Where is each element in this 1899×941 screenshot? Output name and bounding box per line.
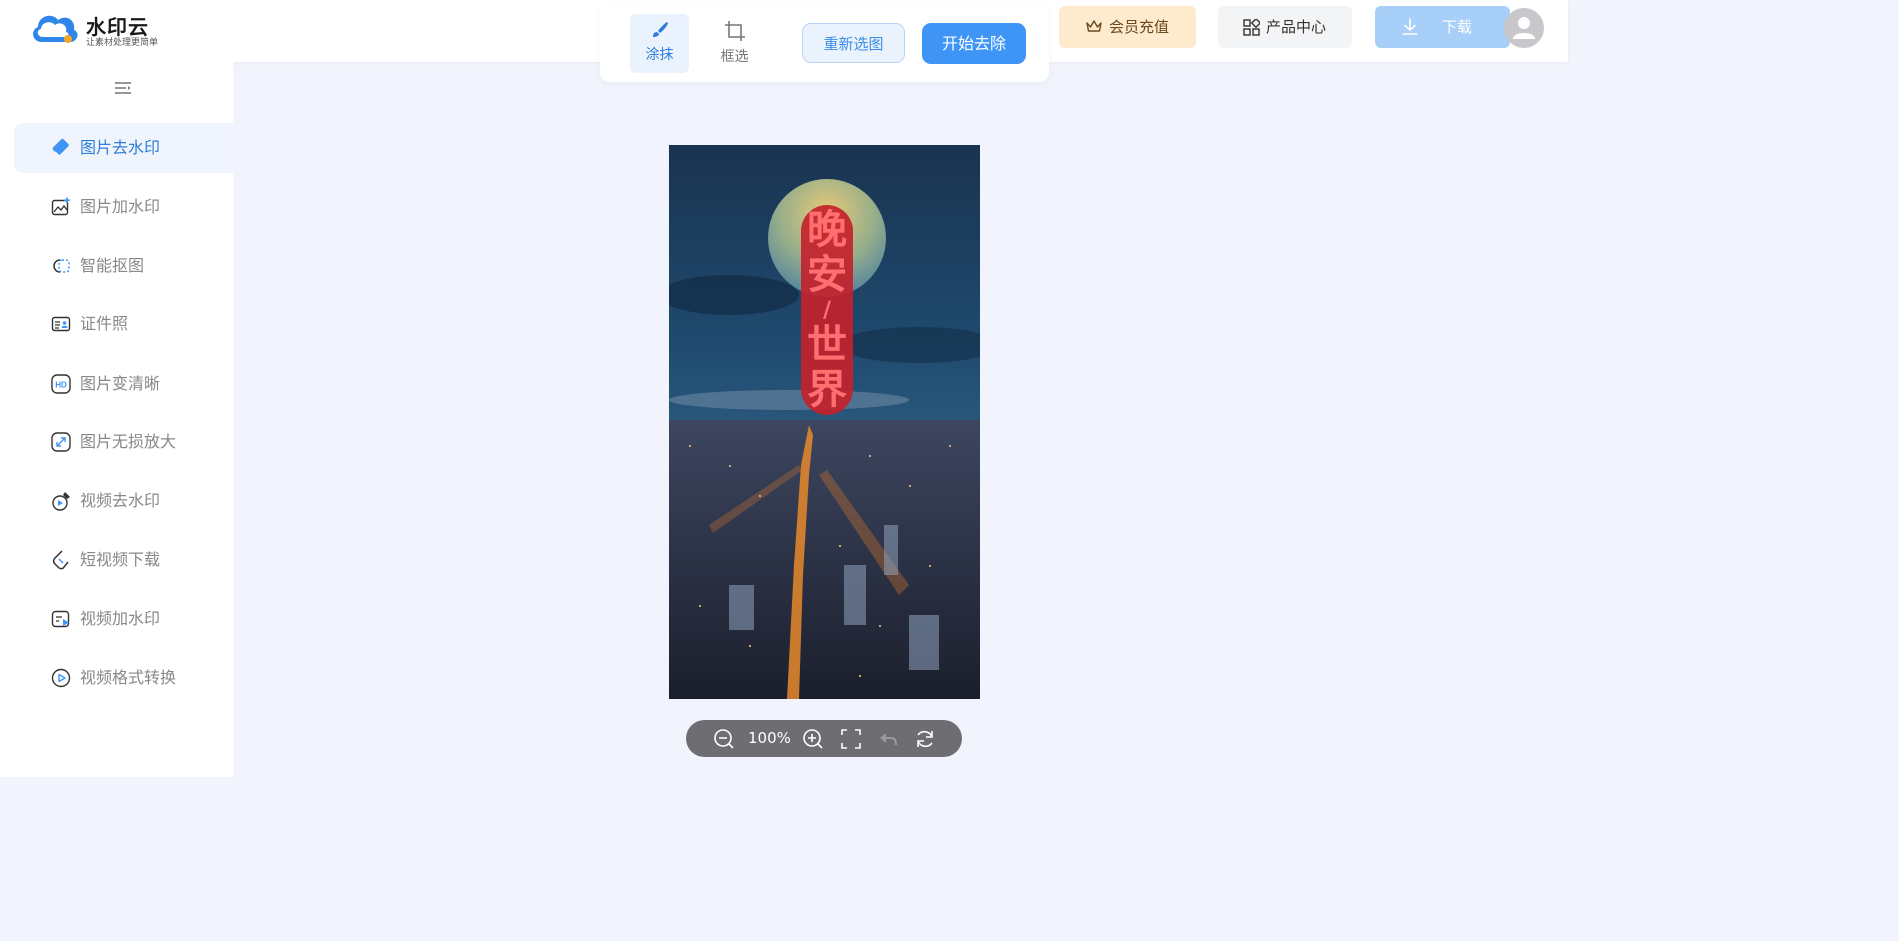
- sidebar-item-image-watermark-remove[interactable]: 图片去水印: [14, 123, 233, 173]
- download-label: 下载: [1442, 18, 1473, 36]
- vip-recharge-button[interactable]: 会员充值: [1059, 6, 1196, 48]
- poster-char: 界: [807, 366, 847, 413]
- zoom-controls: 100%: [686, 720, 962, 757]
- sidebar-item-label: 智能抠图: [80, 256, 145, 275]
- eraser-icon: [52, 138, 69, 157]
- poster-char: 世: [807, 321, 847, 368]
- download-icon: [1402, 18, 1418, 35]
- sidebar-item-label: 视频加水印: [80, 609, 161, 628]
- edit-toolbar: 涂抹 框选 重新选图 开始去除: [600, 5, 1049, 82]
- sidebar-item-video-watermark-add[interactable]: 视频加水印: [14, 594, 233, 644]
- menu-collapse-icon[interactable]: [113, 80, 133, 96]
- video-add-icon: [51, 610, 70, 628]
- tool-brush-label: 涂抹: [645, 47, 674, 63]
- reset-icon[interactable]: [914, 728, 936, 750]
- image-add-icon: [51, 197, 70, 216]
- uploaded-image[interactable]: 晚 安 / 世 界: [669, 145, 980, 699]
- night-city-photo: 晚 安 / 世 界: [669, 145, 980, 699]
- cutout-icon: [53, 259, 70, 273]
- brush-icon: [652, 22, 668, 37]
- sidebar-item-short-video-download[interactable]: 短视频下载: [14, 535, 233, 585]
- video-eraser-icon: [52, 492, 70, 511]
- enlarge-icon: [51, 432, 71, 452]
- sidebar-item-label: 图片变清晰: [80, 374, 161, 393]
- product-center-button[interactable]: 产品中心: [1218, 6, 1352, 48]
- sidebar-item-label: 图片无损放大: [80, 432, 177, 451]
- cloud-logo-icon: [33, 15, 78, 43]
- brand-logo[interactable]: 水印云 让素材处理更简单: [28, 8, 163, 50]
- start-remove-button[interactable]: 开始去除: [922, 23, 1026, 64]
- download-button[interactable]: 下载: [1375, 6, 1510, 48]
- sidebar-item-label: 图片去水印: [80, 138, 161, 157]
- poster-char: 晚: [807, 206, 847, 253]
- id-card-icon: [51, 316, 71, 332]
- sidebar-item-video-watermark-remove[interactable]: 视频去水印: [14, 476, 233, 526]
- zoom-in-icon[interactable]: [802, 728, 824, 750]
- user-avatar[interactable]: [1504, 8, 1544, 48]
- crop-icon: [724, 21, 745, 41]
- sidebar-item-image-enlarge[interactable]: 图片无损放大: [14, 417, 233, 467]
- hd-icon: HD: [51, 374, 71, 394]
- tool-brush[interactable]: 涂抹: [630, 14, 689, 73]
- vip-label: 会员充值: [1109, 18, 1170, 36]
- user-icon: [1513, 17, 1535, 39]
- fullscreen-icon[interactable]: [840, 728, 862, 750]
- sidebar-item-label: 短视频下载: [80, 550, 161, 569]
- products-label: 产品中心: [1266, 18, 1327, 36]
- sidebar-item-label: 视频去水印: [80, 491, 161, 510]
- svg-text:HD: HD: [55, 381, 67, 390]
- tool-box-select[interactable]: 框选: [705, 14, 764, 73]
- sidebar-item-id-photo[interactable]: 证件照: [14, 299, 233, 349]
- short-video-download-icon: [52, 550, 69, 570]
- undo-icon[interactable]: [877, 728, 899, 750]
- poster-char: /: [823, 297, 832, 323]
- crown-icon: [1086, 20, 1102, 32]
- sidebar-item-video-format-convert[interactable]: 视频格式转换: [14, 653, 233, 703]
- zoom-level: 100%: [748, 729, 791, 747]
- video-convert-icon: [51, 668, 71, 688]
- sidebar-item-smart-cutout[interactable]: 智能抠图: [14, 241, 233, 291]
- brand-slogan: 让素材处理更简单: [86, 38, 159, 48]
- tool-box-label: 框选: [720, 49, 749, 65]
- grid-icon: [1243, 19, 1260, 36]
- sidebar-item-label: 视频格式转换: [80, 668, 177, 687]
- sidebar-item-label: 证件照: [80, 314, 129, 333]
- sidebar-item-label: 图片加水印: [80, 197, 161, 216]
- sidebar-item-image-watermark-add[interactable]: 图片加水印: [14, 182, 233, 232]
- poster-char: 安: [807, 251, 847, 298]
- sidebar: 图片去水印 图片加水印 智能抠图 证件照 HD 图片变清晰 图片无损放大 视频去…: [0, 62, 233, 777]
- sidebar-item-image-sharpen[interactable]: HD 图片变清晰: [14, 359, 233, 409]
- zoom-out-icon[interactable]: [713, 728, 735, 750]
- reselect-image-button[interactable]: 重新选图: [802, 23, 905, 63]
